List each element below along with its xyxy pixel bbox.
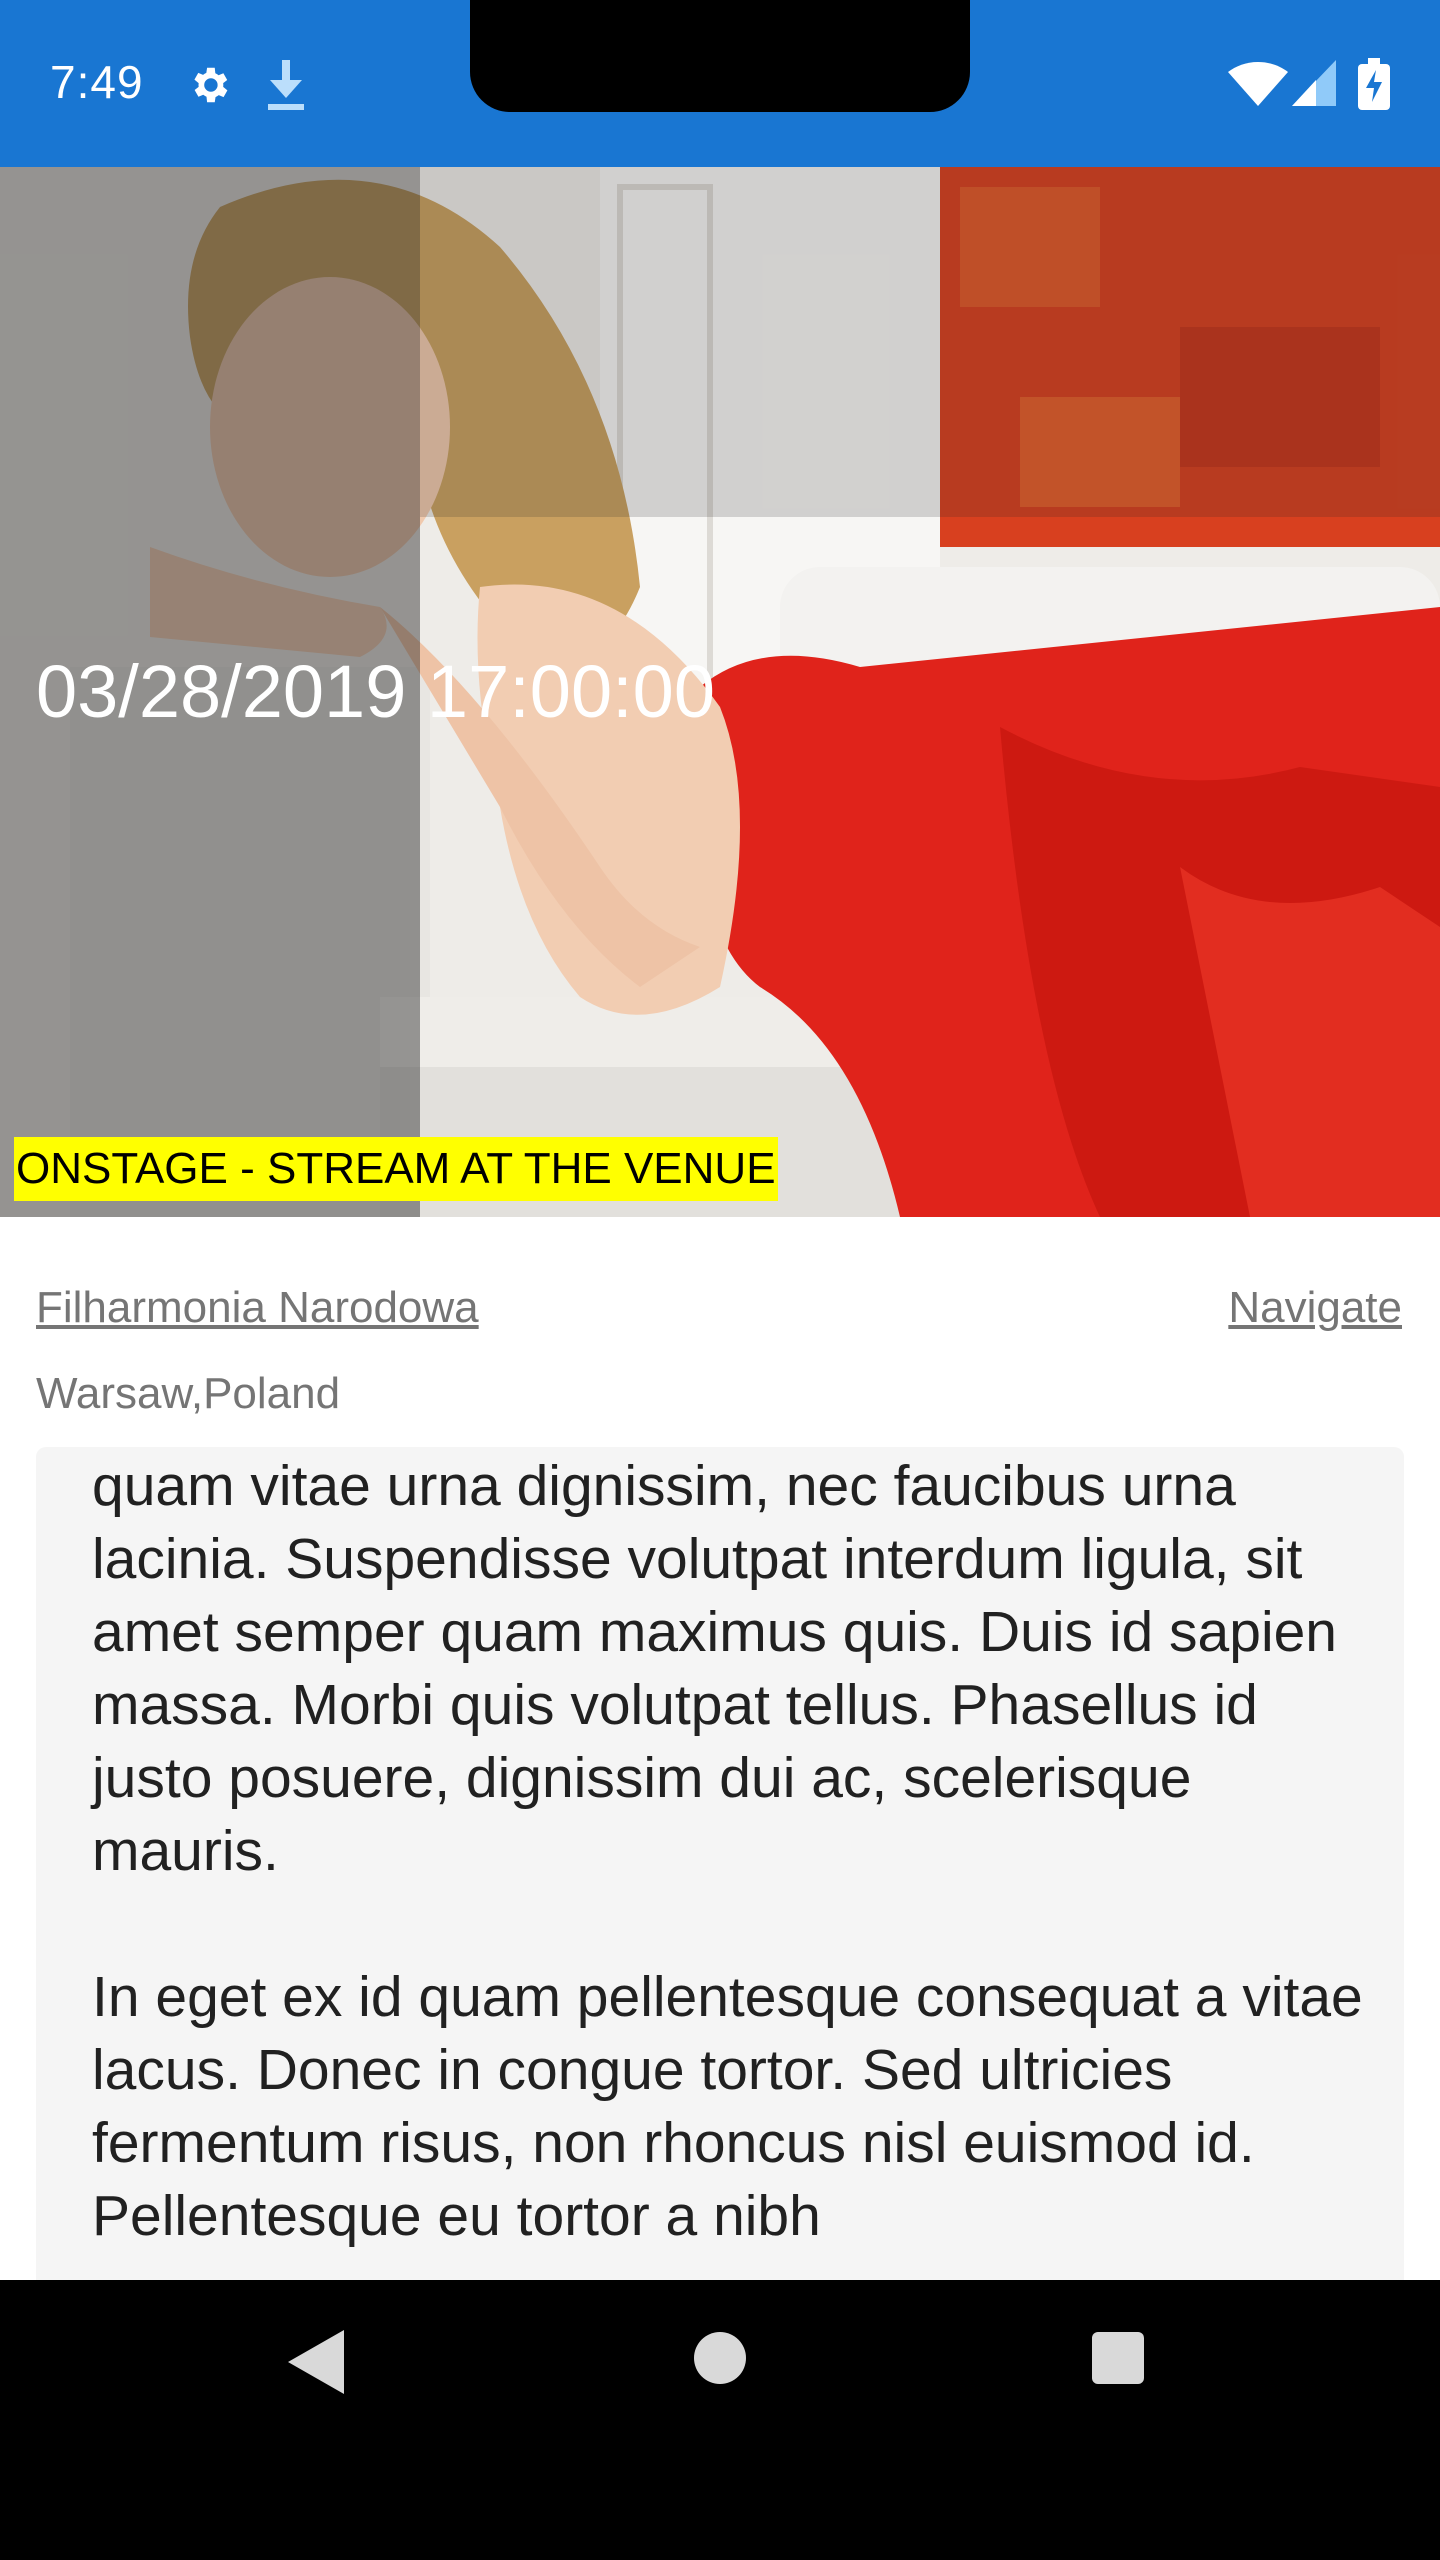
event-datetime: 03/28/2019 17:00:00 [36,650,715,733]
download-icon [268,60,304,110]
description-text: lacinia. Suspendisse volutpat interdum l… [92,1523,1392,2280]
camera-notch [470,0,970,112]
signal-icon [1292,60,1336,106]
description-paragraph: lacinia. Suspendisse volutpat interdum l… [92,1527,1338,1883]
home-icon[interactable] [694,2332,746,2384]
event-type-badge: ONSTAGE - STREAM AT THE VENUE [14,1137,778,1201]
event-hero-image: 03/28/2019 17:00:00 ONSTAGE - STREAM AT … [0,167,1440,1217]
navigate-link[interactable]: Navigate [1228,1278,1402,1338]
back-icon[interactable] [288,2330,344,2394]
wifi-icon [1228,62,1288,106]
status-bar: 7:49 [0,0,1440,167]
gear-icon [194,67,228,103]
venue-location: Warsaw,Poland [36,1369,341,1418]
status-time: 7:49 [50,56,144,108]
recents-icon[interactable] [1092,2332,1144,2384]
description-card[interactable]: quam vitae urna dignissim, nec faucibus … [36,1447,1404,2280]
venue-link[interactable]: Filharmonia Narodowa [36,1278,479,1338]
battery-charging-icon [1358,58,1390,110]
description-cut-line: quam vitae urna dignissim, nec faucibus … [92,1454,1236,1518]
hero-overlay-top [420,167,1440,517]
system-nav-bar [0,2280,1440,2560]
description-paragraph: In eget ex id quam pellentesque consequa… [92,1965,1363,2248]
